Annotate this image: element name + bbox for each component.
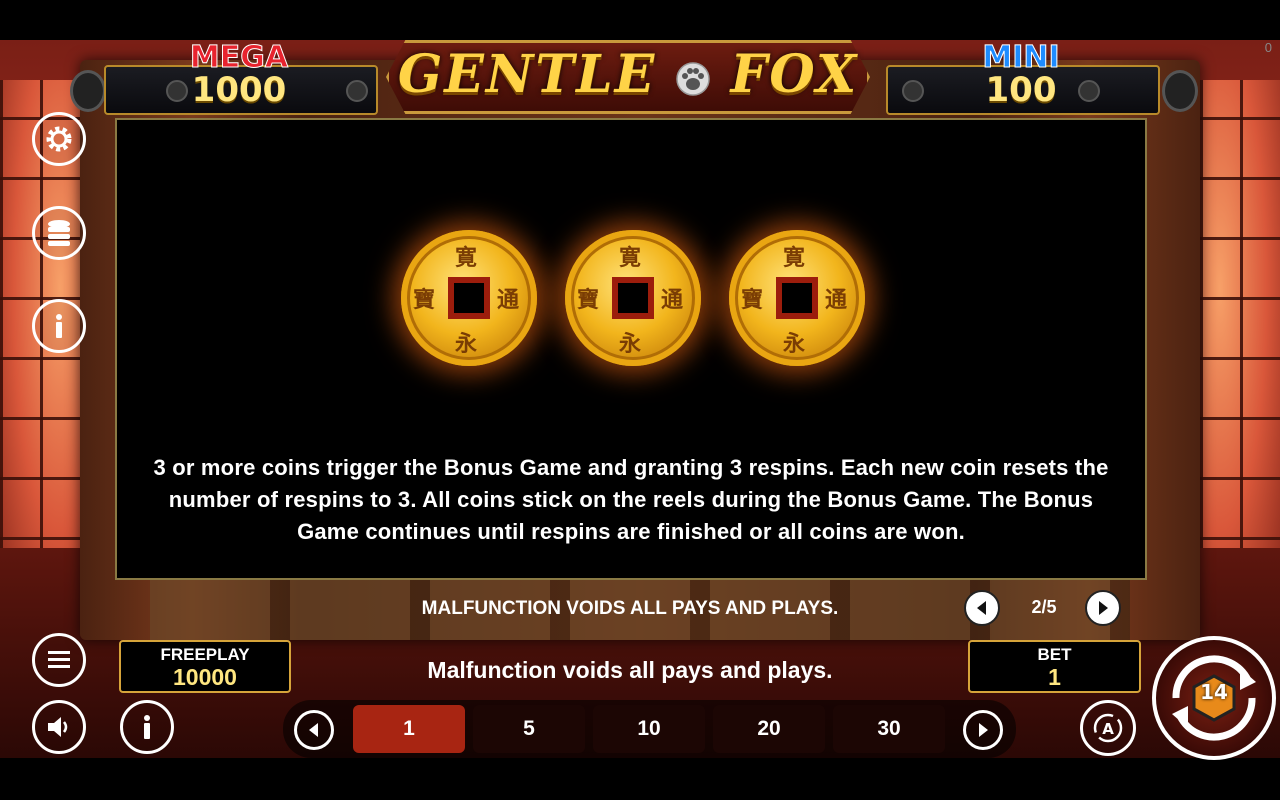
coin-char: 寛 bbox=[455, 245, 478, 271]
freeplay-value: 10000 bbox=[173, 664, 237, 690]
bet-option-1[interactable]: 1 bbox=[353, 705, 465, 753]
menu-button[interactable] bbox=[32, 633, 86, 687]
speaker-icon bbox=[48, 717, 68, 737]
coin-char: 寛 bbox=[783, 245, 806, 271]
paw-icon bbox=[676, 61, 711, 96]
coin-hole bbox=[612, 277, 654, 319]
info-icon bbox=[56, 314, 62, 338]
malfunction-notice: Malfunction voids all pays and plays. bbox=[427, 657, 833, 683]
coin-char: 永 bbox=[619, 331, 642, 357]
coin-char: 寛 bbox=[619, 245, 642, 271]
bonus-game-description: 3 or more coins trigger the Bonus Game a… bbox=[153, 455, 1109, 544]
bonus-coin-symbol: 寛 永 寶 通 bbox=[401, 230, 537, 366]
coin-char: 永 bbox=[783, 331, 806, 357]
corner-counter: 0 bbox=[1264, 40, 1272, 55]
page-prev-button[interactable] bbox=[964, 590, 1000, 626]
freeplay-label: FREEPLAY bbox=[160, 645, 250, 664]
autoplay-button[interactable]: A bbox=[1080, 700, 1136, 756]
coin-char: 寶 bbox=[413, 287, 436, 313]
info-button[interactable] bbox=[32, 299, 86, 353]
arrow-left-icon bbox=[309, 723, 318, 737]
page-indicator: 2/5 bbox=[1031, 597, 1057, 617]
bet-label: BET bbox=[1037, 645, 1072, 664]
plate-end-cap bbox=[70, 70, 106, 112]
coin-hole bbox=[776, 277, 818, 319]
bonus-coin-symbol: 寛 永 寶 通 bbox=[729, 230, 865, 366]
plate-end-cap bbox=[1162, 70, 1198, 112]
logo-word-gentle: GENTLE bbox=[397, 44, 657, 105]
paytable-info-panel: 寛 永 寶 通 寛 永 寶 通 寛 永 寶 通 3 or more coins … bbox=[115, 118, 1147, 580]
sound-button[interactable] bbox=[32, 700, 86, 754]
bet-value: 1 bbox=[1048, 664, 1061, 690]
arrow-right-icon bbox=[1099, 601, 1108, 615]
bet-option-10[interactable]: 10 bbox=[593, 705, 705, 753]
gear-icon bbox=[46, 126, 72, 152]
coin-char: 通 bbox=[497, 287, 520, 313]
bet-option-20[interactable]: 20 bbox=[713, 705, 825, 753]
freeplay-balance-box: FREEPLAY 10000 bbox=[119, 640, 291, 693]
mini-value: 100 bbox=[985, 70, 1057, 110]
settings-button[interactable] bbox=[32, 112, 86, 166]
autoplay-icon: A bbox=[1093, 713, 1123, 743]
coin-char: 通 bbox=[825, 287, 848, 313]
arrow-left-icon bbox=[977, 601, 986, 615]
coins-stack-icon bbox=[48, 220, 70, 246]
arrow-right-icon bbox=[979, 723, 988, 737]
menu-icon bbox=[48, 651, 70, 668]
bet-decrease-button[interactable] bbox=[294, 710, 334, 750]
coin-char: 寶 bbox=[577, 287, 600, 313]
logo-word-fox: FOX bbox=[730, 44, 859, 105]
bet-option-30[interactable]: 30 bbox=[833, 705, 945, 753]
coin-char: 通 bbox=[661, 287, 684, 313]
game-logo: GENTLE FOX bbox=[386, 44, 870, 105]
page-next-button[interactable] bbox=[1085, 590, 1121, 626]
bet-increase-button[interactable] bbox=[963, 710, 1003, 750]
bonus-coin-symbol: 寛 永 寶 通 bbox=[565, 230, 701, 366]
bet-option-5[interactable]: 5 bbox=[473, 705, 585, 753]
coin-hole bbox=[448, 277, 490, 319]
info-icon bbox=[144, 715, 150, 739]
svg-text:A: A bbox=[1102, 720, 1114, 738]
game-info-button[interactable] bbox=[120, 700, 174, 754]
panel-malfunction-notice: MALFUNCTION VOIDS ALL PAYS AND PLAYS. bbox=[421, 598, 839, 619]
bet-box: BET 1 bbox=[968, 640, 1141, 693]
coin-char: 寶 bbox=[741, 287, 764, 313]
coin-char: 永 bbox=[455, 331, 478, 357]
paytable-button[interactable] bbox=[32, 206, 86, 260]
spin-badge: 14 bbox=[1200, 680, 1228, 704]
mega-value: 1000 bbox=[191, 70, 287, 110]
